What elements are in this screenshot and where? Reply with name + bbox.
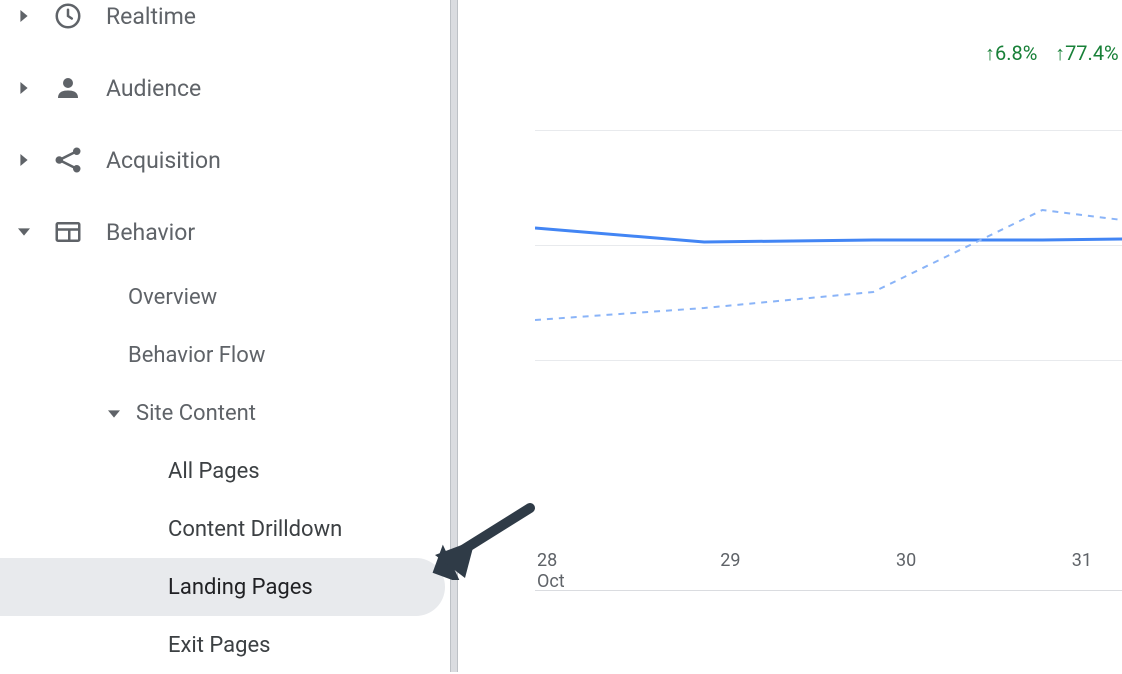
- sidebar-item-label: Site Content: [136, 401, 256, 426]
- sidebar-item-acquisition[interactable]: Acquisition: [0, 124, 450, 196]
- sidebar-item-site-content[interactable]: Site Content: [0, 384, 450, 442]
- share-icon: [48, 145, 88, 175]
- metric-row-partial: 10K ↑6.8% £9.7K ↑77.4% 0.97% ↑35.1%: [985, 0, 1122, 66]
- metric-delta: ↑6.8%: [985, 41, 1055, 66]
- x-tick: 31: [1072, 550, 1092, 592]
- chevron-down-icon: [0, 226, 48, 238]
- metric-delta: ↑77.4%: [1055, 41, 1122, 66]
- sidebar-item-label: All Pages: [168, 459, 260, 484]
- sidebar-item-label: Realtime: [106, 3, 450, 30]
- chevron-right-icon: [0, 10, 48, 22]
- sidebar-item-label: Acquisition: [106, 147, 450, 174]
- sidebar-item-behavior[interactable]: Behavior: [0, 196, 450, 268]
- sidebar-item-audience[interactable]: Audience: [0, 52, 450, 124]
- chevron-right-icon: [0, 154, 48, 166]
- sidebar-item-label: Audience: [106, 75, 450, 102]
- arrow-up-icon: ↑: [1055, 41, 1065, 66]
- line-chart[interactable]: 28 Oct 29 30 31: [535, 120, 1122, 600]
- sidebar-item-label: Behavior: [106, 219, 450, 246]
- main-content: 10K ↑6.8% £9.7K ↑77.4% 0.97% ↑35.1%: [460, 0, 1122, 672]
- sidebar-item-label: Overview: [128, 285, 217, 310]
- chart-lines: [535, 120, 1122, 600]
- sidebar-item-exit-pages[interactable]: Exit Pages: [0, 616, 450, 674]
- sidebar-item-landing-pages[interactable]: Landing Pages: [0, 558, 445, 616]
- arrow-up-icon: ↑: [985, 41, 995, 66]
- sidebar-item-label: Landing Pages: [168, 575, 313, 600]
- sidebar-item-content-drilldown[interactable]: Content Drilldown: [0, 500, 450, 558]
- sidebar-item-label: Behavior Flow: [128, 343, 265, 368]
- sidebar-item-realtime[interactable]: Realtime: [0, 0, 450, 52]
- x-axis: 28 Oct 29 30 31: [535, 550, 1122, 592]
- sidebar-resize-handle[interactable]: [450, 0, 458, 672]
- person-icon: [48, 73, 88, 103]
- sidebar-item-label: Exit Pages: [168, 633, 271, 658]
- sidebar: Realtime Audience Acquisition Behavior O…: [0, 0, 450, 672]
- sidebar-item-overview[interactable]: Overview: [0, 268, 450, 326]
- metric-card[interactable]: £9.7K ↑77.4%: [1055, 0, 1122, 66]
- layout-icon: [48, 217, 88, 247]
- chevron-down-icon: [108, 401, 136, 426]
- x-tick: 28 Oct: [537, 550, 565, 592]
- chevron-right-icon: [0, 82, 48, 94]
- metric-card[interactable]: 10K ↑6.8%: [985, 0, 1055, 66]
- sidebar-item-all-pages[interactable]: All Pages: [0, 442, 450, 500]
- x-tick: 30: [896, 550, 916, 592]
- sidebar-item-label: Content Drilldown: [168, 517, 342, 542]
- sidebar-item-behavior-flow[interactable]: Behavior Flow: [0, 326, 450, 384]
- clock-icon: [48, 1, 88, 31]
- x-tick: 29: [720, 550, 740, 592]
